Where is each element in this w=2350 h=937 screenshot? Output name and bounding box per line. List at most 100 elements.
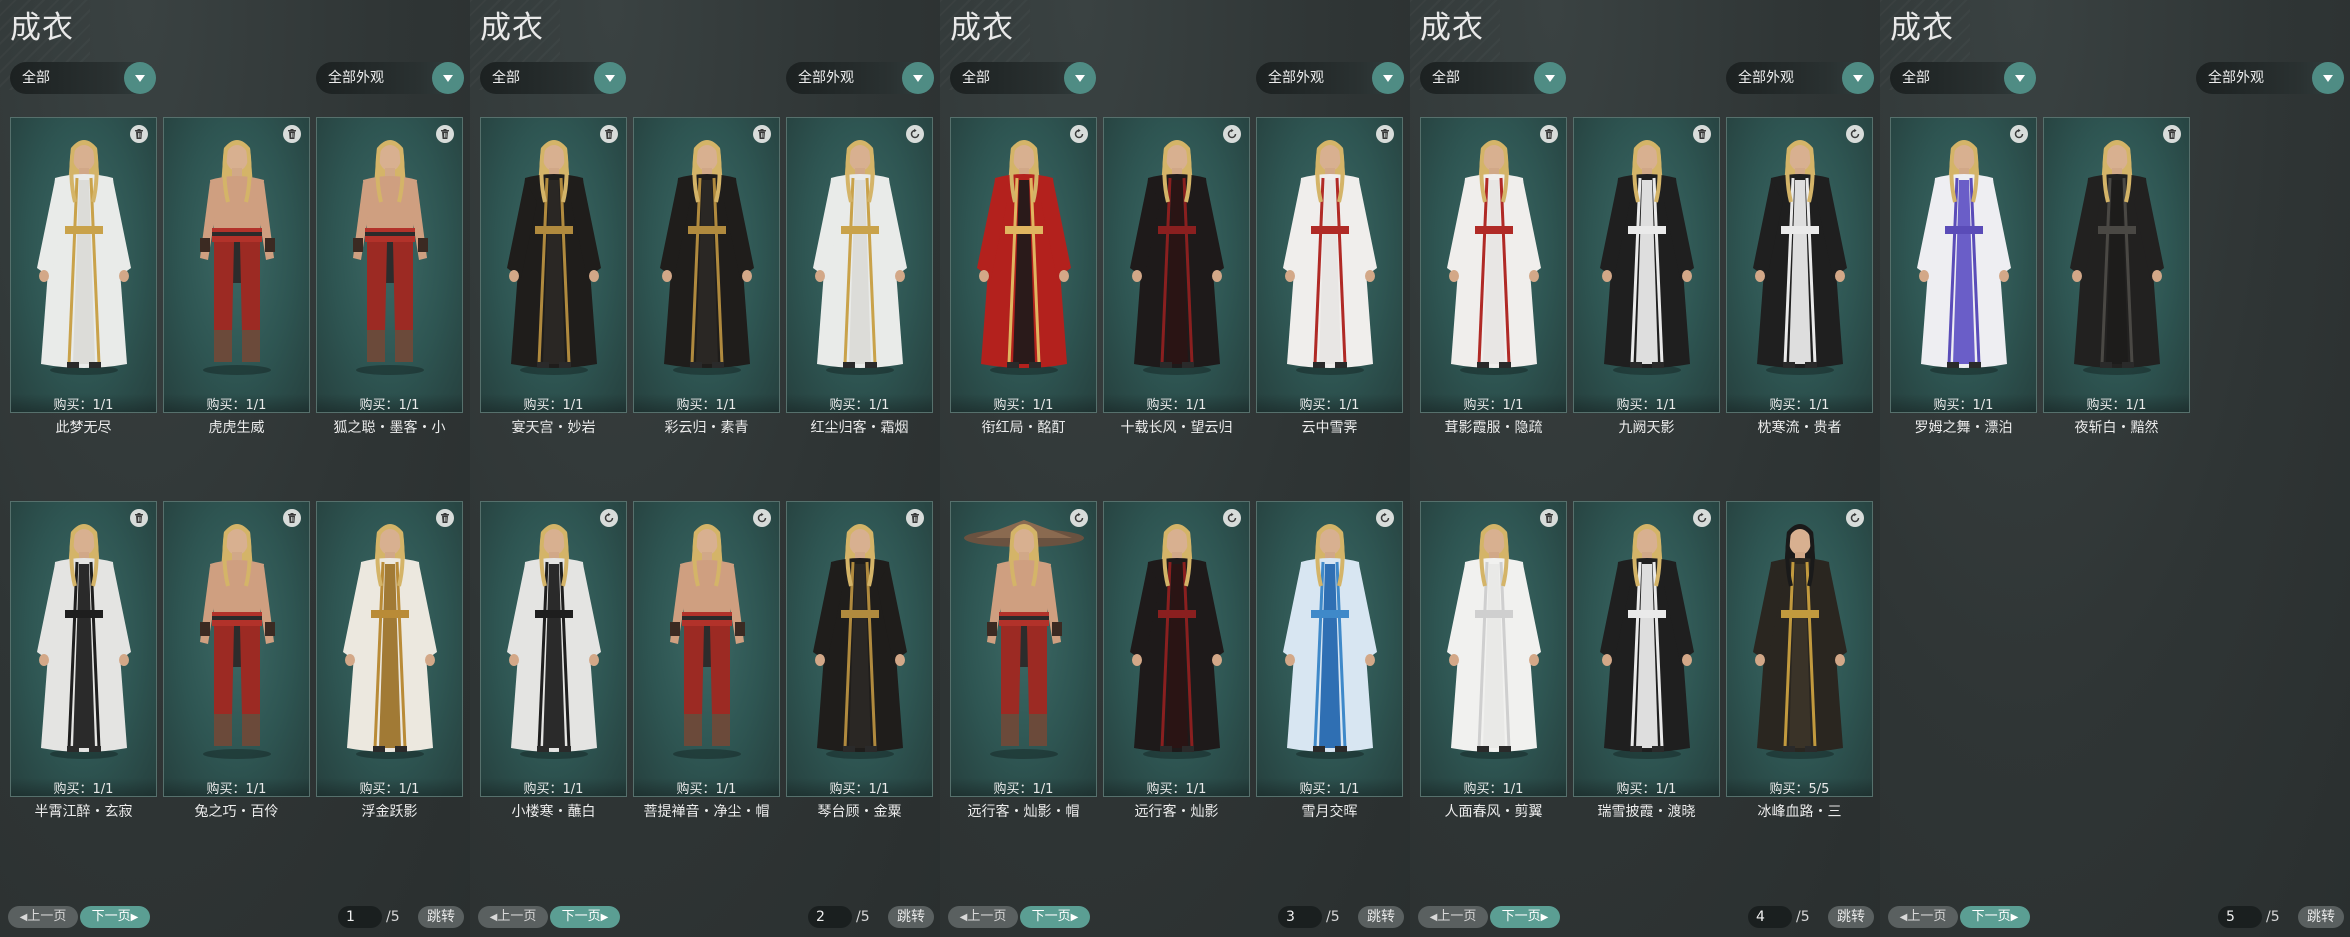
category-filter-dropdown[interactable]: 全部 xyxy=(1420,62,1566,94)
page-number-input[interactable]: 5 xyxy=(2218,906,2262,928)
trash-icon[interactable] xyxy=(753,125,771,143)
purchase-limit: 购买：5/5 xyxy=(1727,778,1872,797)
page-number-input[interactable]: 1 xyxy=(338,906,382,928)
chevron-down-icon xyxy=(1534,62,1566,94)
outfit-card[interactable]: 购买：1/1 xyxy=(2043,117,2190,413)
refresh-icon[interactable] xyxy=(1223,125,1241,143)
outfit-card[interactable]: 购买：5/5 xyxy=(1726,501,1873,797)
appearance-filter-dropdown[interactable]: 全部外观 xyxy=(316,62,464,94)
outfit-card[interactable]: 购买：1/1 xyxy=(316,117,463,413)
trash-icon[interactable] xyxy=(283,509,301,527)
trash-icon[interactable] xyxy=(1540,125,1558,143)
outfit-card[interactable]: 购买：1/1 xyxy=(950,501,1097,797)
outfit-figure xyxy=(964,520,1084,759)
outfit-figure xyxy=(1917,140,2011,375)
trash-icon[interactable] xyxy=(283,125,301,143)
trash-icon[interactable] xyxy=(130,125,148,143)
outfit-card[interactable]: 购买：1/1 xyxy=(163,501,310,797)
outfit-card[interactable]: 购买：1/1 xyxy=(633,117,780,413)
outfit-card[interactable]: 购买：1/1 xyxy=(1890,117,2037,413)
refresh-icon[interactable] xyxy=(1070,509,1088,527)
outfit-card[interactable]: 购买：1/1 xyxy=(1103,117,1250,413)
jump-button[interactable]: 跳转 xyxy=(1358,906,1404,928)
outfit-card[interactable]: 购买：1/1 xyxy=(480,501,627,797)
outfit-card[interactable]: 购买：1/1 xyxy=(633,501,780,797)
jump-button[interactable]: 跳转 xyxy=(2298,906,2344,928)
appearance-filter-dropdown[interactable]: 全部外观 xyxy=(1256,62,1404,94)
purchase-limit: 购买：1/1 xyxy=(634,778,779,797)
outfit-figure xyxy=(977,140,1071,375)
purchase-limit: 购买：1/1 xyxy=(951,778,1096,797)
next-page-label: 下一页 xyxy=(561,909,601,924)
page-number-input[interactable]: 3 xyxy=(1278,906,1322,928)
outfit-figure xyxy=(1600,524,1694,759)
prev-page-button[interactable]: ◀上一页 xyxy=(8,906,78,928)
outfit-card[interactable]: 购买：1/1 xyxy=(1573,501,1720,797)
shop-page-panel: 成衣 全部 全部外观 购买：1/1 茸影霞服・隐疏 购买：1/1 九阙天影 购买：1/1 枕寒流… xyxy=(1410,0,1880,937)
trash-icon[interactable] xyxy=(2163,125,2181,143)
prev-page-button[interactable]: ◀上一页 xyxy=(478,906,548,928)
trash-icon[interactable] xyxy=(600,125,618,143)
outfit-card[interactable]: 购买：1/1 xyxy=(316,501,463,797)
refresh-icon[interactable] xyxy=(1070,125,1088,143)
trash-icon[interactable] xyxy=(1540,509,1558,527)
outfit-card[interactable]: 购买：1/1 xyxy=(1256,117,1403,413)
outfit-card[interactable]: 购买：1/1 xyxy=(10,117,157,413)
refresh-icon[interactable] xyxy=(1223,509,1241,527)
category-filter-dropdown[interactable]: 全部 xyxy=(1890,62,2036,94)
outfit-card[interactable]: 购买：1/1 xyxy=(163,117,310,413)
refresh-icon[interactable] xyxy=(1693,509,1711,527)
appearance-filter-dropdown[interactable]: 全部外观 xyxy=(1726,62,1874,94)
refresh-icon[interactable] xyxy=(2010,125,2028,143)
next-page-button[interactable]: 下一页▶ xyxy=(80,906,150,928)
trash-icon[interactable] xyxy=(1376,125,1394,143)
appearance-filter-dropdown[interactable]: 全部外观 xyxy=(2196,62,2344,94)
prev-page-button[interactable]: ◀上一页 xyxy=(1418,906,1488,928)
outfit-card[interactable]: 购买：1/1 xyxy=(950,117,1097,413)
outfit-figure xyxy=(813,524,907,759)
outfit-card[interactable]: 购买：1/1 xyxy=(10,501,157,797)
category-filter-dropdown[interactable]: 全部 xyxy=(480,62,626,94)
page-number-input[interactable]: 2 xyxy=(808,906,852,928)
jump-button[interactable]: 跳转 xyxy=(1828,906,1874,928)
jump-button[interactable]: 跳转 xyxy=(888,906,934,928)
outfit-card[interactable]: 购买：1/1 xyxy=(1726,117,1873,413)
outfit-card[interactable]: 购买：1/1 xyxy=(1103,501,1250,797)
outfit-name: 远行客・灿影 xyxy=(1134,804,1219,820)
trash-icon[interactable] xyxy=(436,125,454,143)
outfit-card[interactable]: 购买：1/1 xyxy=(1420,501,1567,797)
page-title: 成衣 xyxy=(10,10,74,46)
trash-icon[interactable] xyxy=(1693,125,1711,143)
outfit-name: 夜斩白・黯然 xyxy=(2074,420,2159,436)
refresh-icon[interactable] xyxy=(1846,509,1864,527)
next-page-button[interactable]: 下一页▶ xyxy=(1020,906,1090,928)
outfit-card[interactable]: 购买：1/1 xyxy=(1420,117,1567,413)
next-page-button[interactable]: 下一页▶ xyxy=(550,906,620,928)
next-page-button[interactable]: 下一页▶ xyxy=(1960,906,2030,928)
trash-icon[interactable] xyxy=(436,509,454,527)
trash-icon[interactable] xyxy=(906,509,924,527)
page-total: /5 xyxy=(1796,909,1810,925)
page-number-input[interactable]: 4 xyxy=(1748,906,1792,928)
prev-page-button[interactable]: ◀上一页 xyxy=(1888,906,1958,928)
appearance-filter-dropdown[interactable]: 全部外观 xyxy=(786,62,934,94)
category-filter-dropdown[interactable]: 全部 xyxy=(10,62,156,94)
refresh-icon[interactable] xyxy=(1376,509,1394,527)
chevron-down-icon xyxy=(2004,62,2036,94)
outfit-card[interactable]: 购买：1/1 xyxy=(1256,501,1403,797)
category-filter-dropdown[interactable]: 全部 xyxy=(950,62,1096,94)
refresh-icon[interactable] xyxy=(1846,125,1864,143)
outfit-card[interactable]: 购买：1/1 xyxy=(786,117,933,413)
purchase-limit: 购买：1/1 xyxy=(1574,394,1719,413)
outfit-card[interactable]: 购买：1/1 xyxy=(1573,117,1720,413)
outfit-card[interactable]: 购买：1/1 xyxy=(480,117,627,413)
refresh-icon[interactable] xyxy=(753,509,771,527)
trash-icon[interactable] xyxy=(130,509,148,527)
outfit-card[interactable]: 购买：1/1 xyxy=(786,501,933,797)
prev-page-button[interactable]: ◀上一页 xyxy=(948,906,1018,928)
refresh-icon[interactable] xyxy=(906,125,924,143)
jump-button[interactable]: 跳转 xyxy=(418,906,464,928)
refresh-icon[interactable] xyxy=(600,509,618,527)
next-page-button[interactable]: 下一页▶ xyxy=(1490,906,1560,928)
outfit-name: 枕寒流・贵者 xyxy=(1757,420,1842,436)
